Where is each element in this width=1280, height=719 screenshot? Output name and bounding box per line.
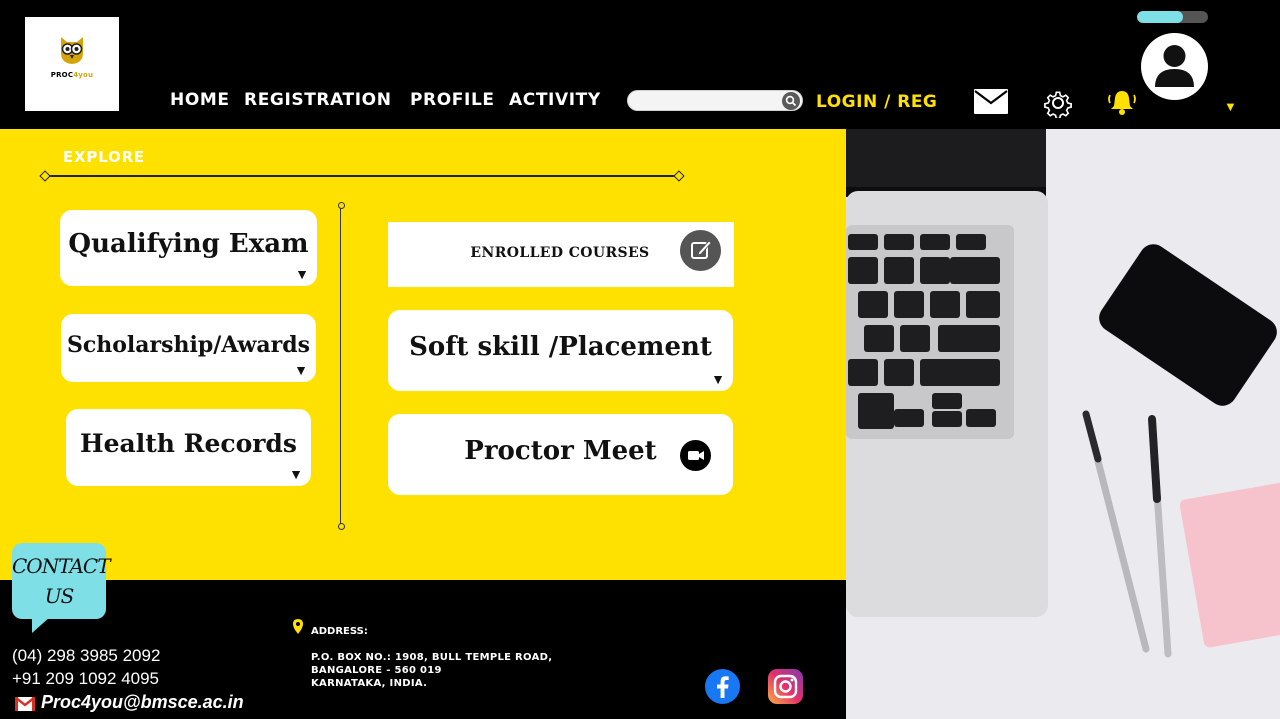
health-records-card[interactable]: Health Records ▼ — [66, 409, 311, 486]
nav-profile[interactable]: PROFILE — [410, 90, 495, 110]
nav-registration[interactable]: REGISTRATION — [244, 90, 392, 110]
scholarship-awards-card[interactable]: Scholarship/Awards ▼ — [61, 314, 316, 382]
search-icon — [785, 95, 797, 107]
progress-fill — [1137, 11, 1184, 23]
user-avatar-icon — [1155, 45, 1194, 87]
address-title: ADDRESS: — [311, 626, 368, 637]
explore-title: EXPLORE — [63, 148, 145, 166]
card-label: Health Records — [80, 429, 297, 458]
bell-icon[interactable] — [1108, 89, 1136, 116]
enrolled-courses-card[interactable]: ENROLLED COURSES — [388, 222, 734, 287]
contact-us-button[interactable]: CONTACT US — [12, 543, 111, 633]
owl-logo-icon — [61, 37, 83, 64]
softskill-placement-card[interactable]: Soft skill /Placement ▼ — [388, 310, 733, 391]
card-label: Scholarship/Awards — [66, 332, 311, 358]
gmail-icon — [15, 697, 35, 711]
chevron-down-icon: ▼ — [289, 466, 303, 482]
explore-panel: EXPLORE Qualifying Exam ▼ Scholarship/Aw… — [0, 129, 846, 580]
address-line: KARNATAKA, INDIA. — [311, 678, 428, 689]
phone-number-2: +91 209 1092 4095 — [12, 669, 160, 688]
desk-photo — [846, 129, 1280, 719]
edit-icon-glyph — [691, 240, 712, 259]
qualifying-exam-card[interactable]: Qualifying Exam ▼ — [60, 210, 317, 286]
contact-us-label: CONTACT US — [12, 554, 111, 608]
email-link[interactable]: Proc4you@bmsce.ac.in — [41, 692, 244, 713]
proctor-meet-card[interactable]: Proctor Meet — [388, 414, 733, 495]
site-logo[interactable]: PROC4you — [25, 17, 119, 111]
facebook-icon[interactable] — [705, 669, 740, 704]
search-input[interactable] — [627, 90, 803, 111]
chevron-down-icon: ▼ — [295, 266, 309, 282]
nav-home[interactable]: HOME — [170, 90, 230, 110]
address-line: P.O. BOX NO.: 1908, BULL TEMPLE ROAD, — [311, 652, 553, 663]
edit-icon[interactable] — [680, 230, 721, 271]
card-label: Qualifying Exam — [68, 229, 309, 259]
nav-activity[interactable]: ACTIVITY — [509, 90, 601, 110]
video-camera-icon[interactable] — [680, 440, 711, 471]
top-header: PROC4you HOME REGISTRATION PROFILE ACTIV… — [0, 0, 1280, 129]
login-register-link[interactable]: LOGIN / REG — [816, 92, 937, 112]
instagram-icon[interactable] — [768, 669, 803, 704]
logo-text: PROC4you — [50, 71, 94, 79]
video-glyph — [688, 451, 704, 460]
card-label: Soft skill /Placement — [409, 332, 712, 362]
search-button[interactable] — [782, 92, 800, 110]
profile-progress-bar — [1137, 11, 1208, 23]
laptop-desk-image — [846, 129, 1280, 719]
gear-icon[interactable] — [1043, 88, 1073, 118]
caret-down-icon[interactable]: ▼ — [1224, 99, 1237, 114]
address-line: BANGALORE - 560 019 — [311, 665, 442, 676]
user-avatar[interactable] — [1141, 33, 1208, 100]
chevron-down-icon: ▼ — [711, 371, 725, 387]
chevron-down-icon: ▼ — [294, 362, 308, 378]
phone-number-1: (04) 298 3985 2092 — [12, 646, 161, 665]
vertical-divider — [338, 202, 345, 530]
mail-icon[interactable] — [974, 89, 1008, 114]
location-pin-icon — [293, 619, 303, 634]
explore-divider — [45, 175, 679, 177]
